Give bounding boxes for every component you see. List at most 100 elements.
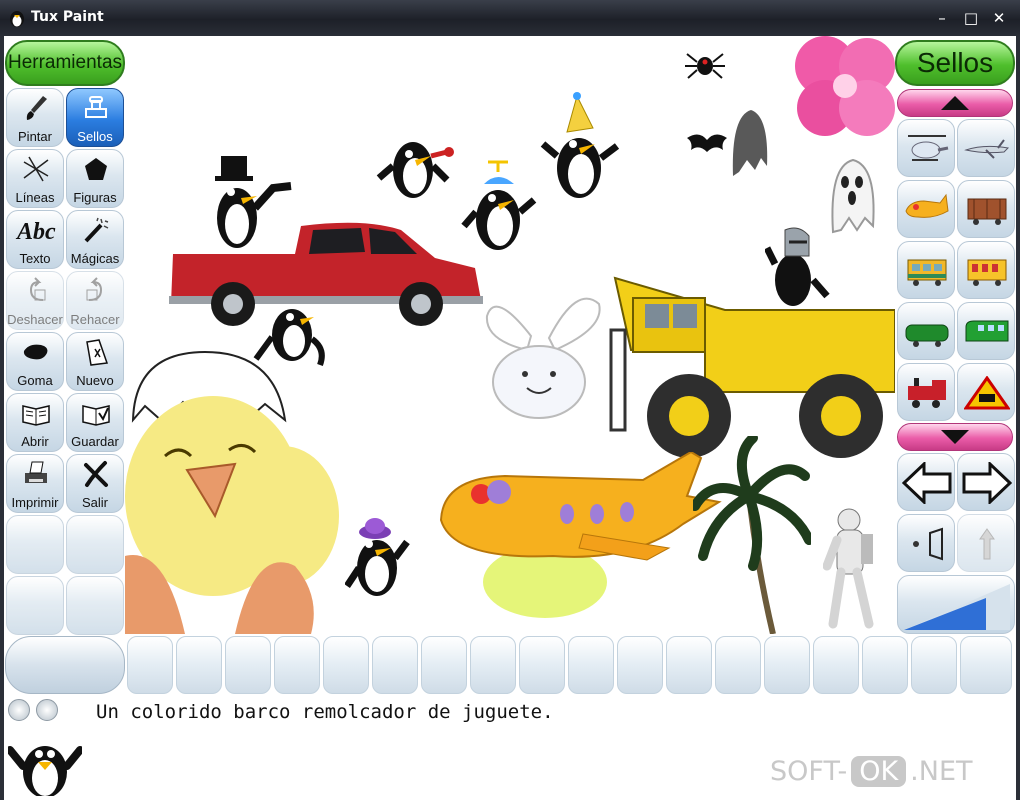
passenger-car-icon [907, 259, 947, 286]
color-swatch[interactable] [813, 636, 859, 694]
red-locomotive-icon [908, 378, 946, 408]
color-swatch[interactable] [176, 636, 222, 694]
tool-lines-button[interactable]: Líneas [6, 149, 64, 208]
tool-open-button[interactable]: Abrir [6, 393, 64, 452]
watermark: SOFT- OK .NET [770, 756, 973, 787]
stamps-scroll-up-button[interactable] [897, 89, 1013, 117]
stamp-item[interactable] [897, 180, 955, 238]
redo-icon [86, 277, 103, 301]
boxcar-icon [967, 198, 1007, 225]
penguin-party-horn-stamp [376, 142, 454, 198]
play-sound-button[interactable] [36, 699, 58, 721]
stamp-item[interactable] [957, 302, 1015, 360]
tool-stamps-button[interactable]: Sellos [66, 88, 124, 147]
color-swatch[interactable] [666, 636, 712, 694]
tool-eraser-button[interactable]: Goma [6, 332, 64, 391]
tool-save-button[interactable]: Guardar [66, 393, 124, 452]
color-swatch[interactable] [617, 636, 663, 694]
stamp-item[interactable] [897, 363, 955, 421]
open-book-icon [22, 405, 50, 426]
toy-airplane-stamp [439, 452, 722, 618]
helicopter-icon [908, 135, 949, 161]
stamp-sound-button[interactable] [897, 514, 955, 572]
stamps-scroll-down-button[interactable] [897, 423, 1013, 451]
color-swatch[interactable] [960, 636, 1012, 694]
stamp-grow-button[interactable] [957, 514, 1015, 572]
tool-undo-button[interactable]: Deshacer [6, 271, 64, 330]
toy-plane-icon [905, 193, 949, 218]
stamp-item[interactable] [897, 119, 955, 177]
color-swatch[interactable] [421, 636, 467, 694]
stamp-item[interactable] [957, 241, 1015, 299]
tool-print-button[interactable]: Imprimir [6, 454, 64, 513]
tool-text-button[interactable]: Abc Texto [6, 210, 64, 269]
tool-paint-button[interactable]: Pintar [6, 88, 64, 147]
color-swatch[interactable] [764, 636, 810, 694]
penguin-purple-hat-stamp [345, 518, 410, 596]
tools-header: Herramientas [5, 40, 125, 86]
stamp-item[interactable] [957, 119, 1015, 177]
drawing-canvas[interactable] [125, 36, 895, 634]
tux-mascot [8, 746, 82, 796]
color-swatch[interactable] [568, 636, 614, 694]
yellow-coach-icon [967, 259, 1007, 286]
close-button[interactable]: ✕ [989, 8, 1009, 28]
color-swatch[interactable] [225, 636, 271, 694]
green-locomotive-icon [905, 324, 949, 347]
stamp-item[interactable] [897, 241, 955, 299]
tool-new-button[interactable]: Nuevo [66, 332, 124, 391]
color-swatch[interactable] [715, 636, 761, 694]
color-swatch[interactable] [470, 636, 516, 694]
color-swatch[interactable] [323, 636, 369, 694]
tool-redo-label: Rehacer [70, 312, 120, 327]
stamp-size-slider[interactable] [897, 575, 1015, 634]
color-swatch[interactable] [862, 636, 908, 694]
stamp-item[interactable] [957, 363, 1015, 421]
window-title: Tux Paint [31, 9, 104, 25]
next-stamp-button[interactable] [957, 453, 1015, 511]
mute-sound-button[interactable] [8, 699, 30, 721]
tool-redo-button[interactable]: Rehacer [66, 271, 124, 330]
tool-text-label: Texto [19, 251, 51, 266]
penguin-party-hat-stamp [540, 92, 620, 198]
dump-truck-stamp [609, 276, 895, 458]
printer-icon [25, 461, 47, 483]
palm-tree-stamp [693, 436, 811, 634]
magic-wand-icon [84, 217, 109, 243]
triangle-down-icon [941, 430, 969, 444]
selected-color-swatch[interactable] [5, 636, 125, 694]
watermark-prefix: SOFT- [770, 756, 848, 787]
color-swatch[interactable] [372, 636, 418, 694]
svg-text:Abc: Abc [15, 219, 56, 245]
tool-eraser-label: Goma [17, 373, 53, 388]
empty-tool-slot [66, 515, 124, 574]
tool-magic-button[interactable]: Mágicas [66, 210, 124, 269]
tool-exit-button[interactable]: Salir [66, 454, 124, 513]
dark-ghost-stamp [732, 110, 768, 176]
tool-lines-label: Líneas [15, 190, 55, 205]
spider-stamp [685, 53, 725, 79]
empty-tool-slot [6, 576, 64, 635]
triangle-up-icon [941, 96, 969, 110]
color-swatch[interactable] [127, 636, 173, 694]
bat-stamp [687, 134, 727, 152]
minimize-button[interactable]: – [932, 8, 952, 28]
tool-stamps-label: Sellos [77, 129, 113, 144]
tool-shapes-button[interactable]: Figuras [66, 149, 124, 208]
size-ramp-icon [904, 584, 1010, 630]
red-pickup-truck-stamp [169, 222, 483, 326]
previous-stamp-button[interactable] [897, 453, 955, 511]
bunny-stamp [485, 297, 601, 419]
watermark-suffix: .NET [910, 756, 973, 787]
tool-undo-label: Deshacer [7, 312, 63, 327]
maximize-button[interactable]: □ [961, 8, 981, 28]
color-swatch[interactable] [519, 636, 565, 694]
color-swatch[interactable] [274, 636, 320, 694]
arrow-left-icon [902, 462, 952, 504]
color-swatch[interactable] [911, 636, 957, 694]
stamp-item[interactable] [957, 180, 1015, 238]
astronaut-stamp [823, 508, 874, 629]
stamps-header: Sellos [895, 40, 1015, 86]
sound-speaker-icon [913, 527, 943, 561]
stamp-item[interactable] [897, 302, 955, 360]
